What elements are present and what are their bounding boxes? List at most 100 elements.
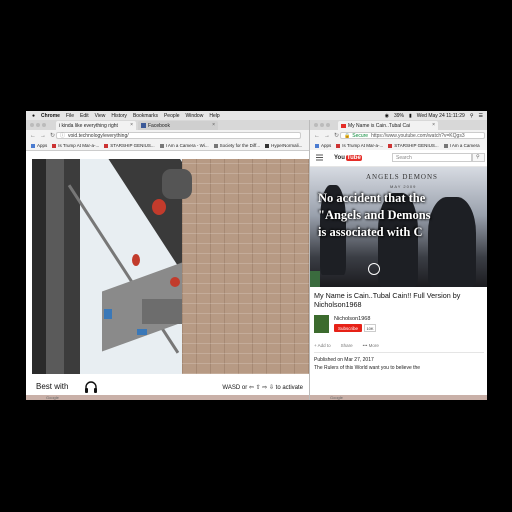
menu-list-icon[interactable]: ☰ bbox=[479, 113, 483, 119]
hamburger-menu-icon[interactable] bbox=[316, 154, 323, 161]
bookmark-item[interactable]: HyperNormali... bbox=[265, 143, 302, 148]
bookmark-item[interactable]: STARSHIP GENIUS... bbox=[388, 143, 439, 148]
url-field[interactable]: 🔒 Secure https://www.youtube.com/watch?v… bbox=[340, 132, 485, 139]
poster-date: MAY 2009 bbox=[390, 184, 417, 189]
menu-file[interactable]: File bbox=[66, 113, 74, 119]
add-to-button[interactable]: + Add to bbox=[314, 343, 331, 348]
menu-history[interactable]: History bbox=[111, 113, 127, 119]
close-tab-icon[interactable]: × bbox=[432, 122, 435, 128]
youtube-logo[interactable]: You Tube bbox=[334, 153, 362, 162]
loading-cursor-icon bbox=[368, 263, 380, 275]
menu-people[interactable]: People bbox=[164, 113, 180, 119]
menu-view[interactable]: View bbox=[95, 113, 106, 119]
channel-name[interactable]: Nicholson1968 bbox=[334, 316, 370, 322]
wikipedia-icon bbox=[213, 143, 218, 148]
menu-window[interactable]: Window bbox=[186, 113, 204, 119]
subscribe-button[interactable]: Subscribe bbox=[334, 324, 362, 332]
bookmark-apps[interactable]: Apps bbox=[31, 143, 47, 148]
logo-you: You bbox=[334, 154, 345, 161]
bookmark-item[interactable]: STARSHIP GENIUS... bbox=[104, 143, 155, 148]
battery-percent[interactable]: 39% bbox=[394, 113, 404, 119]
menu-help[interactable]: Help bbox=[209, 113, 219, 119]
tab-label: i kinda like everything right bbox=[59, 122, 118, 129]
url-text: https://www.youtube.com/watch?v=KQgs3 bbox=[371, 132, 465, 139]
logo-tube: Tube bbox=[345, 154, 362, 161]
minimize-window-icon[interactable] bbox=[320, 123, 324, 127]
bookmark-label: HyperNormali... bbox=[271, 143, 303, 148]
page-footer: Best with WASD or ⇦ ⇧ ⇨ ⇩ to activate Go… bbox=[26, 374, 309, 400]
tab-facebook[interactable]: Facebook × bbox=[138, 121, 218, 130]
close-tab-icon[interactable]: × bbox=[212, 122, 215, 128]
apps-icon bbox=[315, 143, 319, 148]
channel-row: Nicholson1968 Subscribe 10K bbox=[314, 315, 484, 339]
bookmark-label: Society for the Diff... bbox=[219, 143, 261, 148]
maximize-window-icon[interactable] bbox=[326, 123, 330, 127]
facebook-icon bbox=[141, 123, 146, 128]
tab-strip: My Name is Cain..Tubal Cai × bbox=[310, 120, 487, 130]
forward-icon[interactable]: → bbox=[324, 133, 330, 139]
maximize-window-icon[interactable] bbox=[42, 123, 46, 127]
search-input[interactable]: Search bbox=[392, 153, 472, 162]
bookmark-label: I Am a Camera bbox=[449, 143, 480, 148]
url-text: void.technology/everything/ bbox=[68, 132, 129, 139]
close-tab-icon[interactable]: × bbox=[130, 122, 133, 128]
bookmark-label: Apps bbox=[321, 143, 332, 148]
bookmark-favicon-icon bbox=[265, 143, 270, 148]
brick-wall bbox=[182, 159, 309, 374]
figure-object bbox=[162, 169, 192, 199]
tab-label: My Name is Cain..Tubal Cai bbox=[348, 122, 411, 129]
caption-line-1: No accident that the bbox=[318, 191, 426, 205]
headphones-icon bbox=[85, 381, 97, 393]
video-description: The Rulers of this World want you to bel… bbox=[314, 365, 421, 371]
lock-icon: 🔒 bbox=[344, 132, 351, 139]
bookmark-item[interactable]: Is Trump At Mar-a-... bbox=[52, 143, 99, 148]
minimize-window-icon[interactable] bbox=[36, 123, 40, 127]
3d-scene-canvas[interactable] bbox=[32, 159, 309, 374]
tab-youtube[interactable]: My Name is Cain..Tubal Cai × bbox=[338, 121, 438, 130]
reload-icon[interactable]: ↻ bbox=[50, 132, 55, 139]
poster-title: ANGELS DEMONS bbox=[366, 173, 438, 181]
forward-icon[interactable]: → bbox=[40, 133, 46, 139]
bookmark-item[interactable]: Is Trump At Mar-a-... bbox=[336, 143, 383, 148]
search-placeholder: Search bbox=[396, 154, 412, 161]
more-button[interactable]: ••• More bbox=[363, 343, 379, 348]
video-title[interactable]: My Name is Cain..Tubal Cain!! Full Versi… bbox=[314, 291, 484, 309]
controls-hint: WASD or ⇦ ⇧ ⇨ ⇩ to activate bbox=[222, 385, 303, 391]
close-window-icon[interactable] bbox=[30, 123, 34, 127]
secure-label: Secure bbox=[352, 132, 369, 139]
apple-icon[interactable]: ● bbox=[32, 113, 35, 119]
avatar[interactable] bbox=[314, 315, 329, 333]
url-field[interactable]: ⓘ void.technology/everything/ bbox=[56, 132, 301, 139]
bookmark-label: Is Trump At Mar-a-... bbox=[58, 143, 100, 148]
battery-icon[interactable]: ▮ bbox=[409, 113, 412, 119]
menu-edit[interactable]: Edit bbox=[80, 113, 89, 119]
best-with-label: Best with bbox=[36, 382, 69, 391]
bookmark-item[interactable]: I Am a Camera - Wi... bbox=[159, 143, 209, 148]
bookmark-label: Apps bbox=[37, 143, 48, 148]
info-icon: ⓘ bbox=[60, 133, 66, 139]
search-button[interactable]: ⚲ bbox=[472, 153, 485, 162]
bookmark-apps[interactable]: Apps bbox=[315, 143, 331, 148]
menu-bookmarks[interactable]: Bookmarks bbox=[133, 113, 158, 119]
tab-label: Facebook bbox=[148, 122, 170, 129]
bookmark-item[interactable]: Society for the Diff... bbox=[213, 143, 261, 148]
bookmark-label: Is Trump At Mar-a-... bbox=[342, 143, 384, 148]
grey-pillar bbox=[46, 159, 64, 374]
back-icon[interactable]: ← bbox=[30, 133, 36, 139]
tab-strip: i kinda like everything right × Facebook… bbox=[26, 120, 309, 130]
search-icon[interactable]: ⚲ bbox=[470, 113, 474, 119]
bookmark-item[interactable]: I Am a Camera bbox=[443, 143, 480, 148]
tab-everything[interactable]: i kinda like everything right × bbox=[56, 121, 136, 130]
reload-icon[interactable]: ↻ bbox=[334, 132, 339, 139]
wikipedia-icon bbox=[159, 143, 164, 148]
clock[interactable]: Wed May 24 11:11:29 bbox=[417, 113, 465, 119]
back-icon[interactable]: ← bbox=[314, 133, 320, 139]
video-player[interactable]: ANGELS DEMONS MAY 2009 No accident that … bbox=[310, 167, 487, 287]
red-object bbox=[132, 254, 140, 266]
close-window-icon[interactable] bbox=[314, 123, 318, 127]
wifi-icon[interactable]: ◉ bbox=[385, 113, 389, 119]
search-icon: ⚲ bbox=[476, 154, 480, 160]
share-button[interactable]: Share bbox=[341, 343, 353, 348]
menu-chrome[interactable]: Chrome bbox=[41, 113, 60, 119]
chair-object bbox=[142, 299, 182, 324]
